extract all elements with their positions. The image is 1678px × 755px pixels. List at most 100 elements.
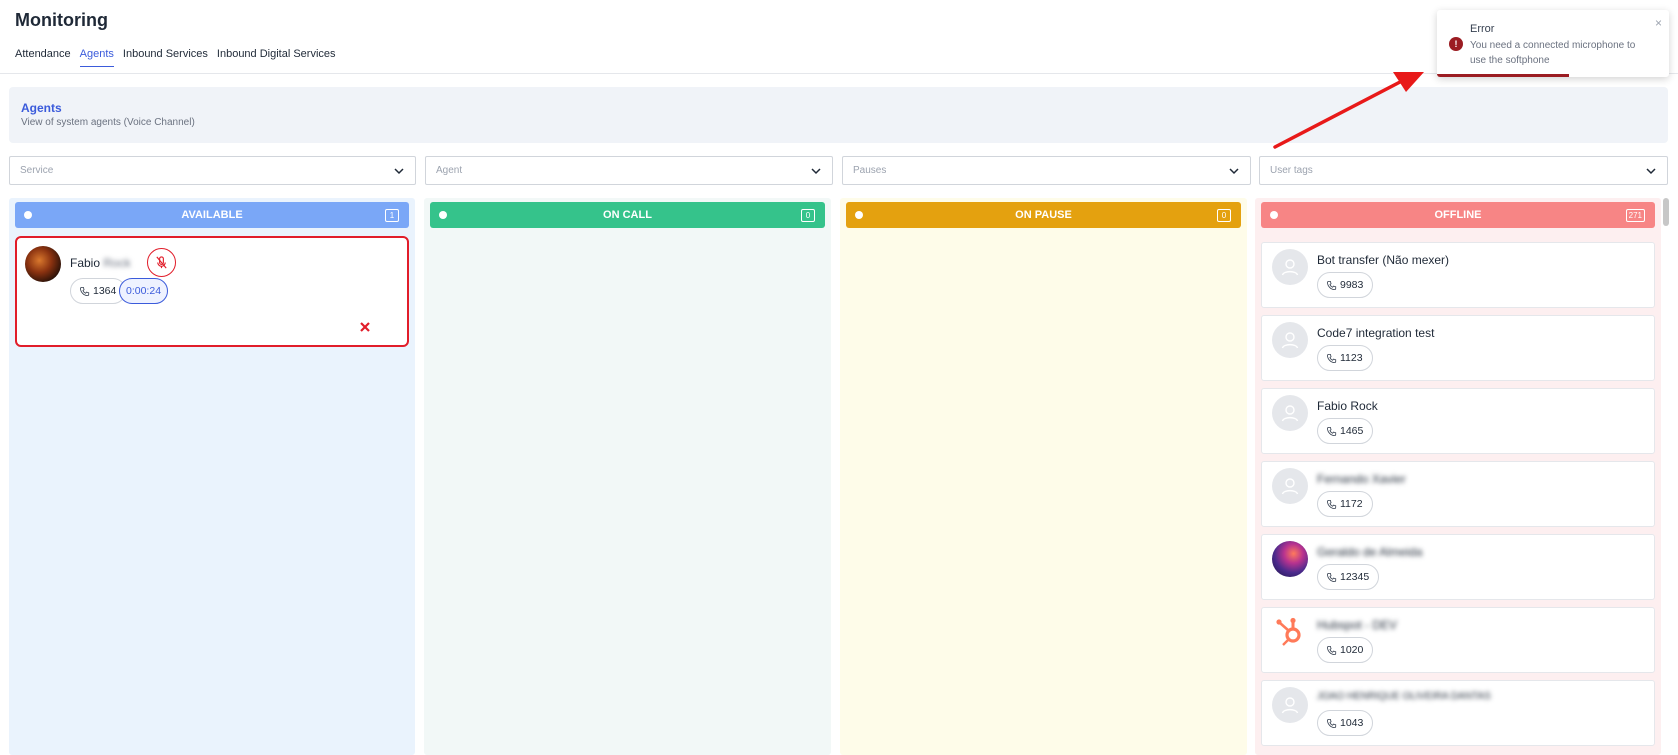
agent-name: Code7 integration test [1317,326,1435,340]
chevron-down-icon [394,167,404,174]
avatar [1272,468,1308,504]
extension-number: 1043 [1340,717,1364,729]
offline-column: OFFLINE 271 Bot transfer (Não mexer) 998… [1255,198,1661,755]
avatar [25,246,61,282]
extension-pill: 1364 [70,278,127,304]
agent-name: Fabio Rock [1317,399,1378,413]
mic-status-button[interactable] [147,248,176,277]
extension-number: 12345 [1340,571,1370,583]
user-icon [1281,405,1299,422]
scrollbar-thumb[interactable] [1663,198,1669,226]
extension-pill: 1020 [1317,637,1374,663]
user-icon [1281,478,1299,495]
extension-number: 1020 [1340,644,1364,656]
pauses-select[interactable]: Pauses [842,156,1251,185]
tab-inbound-digital-services[interactable]: Inbound Digital Services [217,47,336,67]
chevron-down-icon [1646,167,1656,174]
error-toast: ! Error You need a connected microphone … [1437,10,1669,77]
agent-select-placeholder: Agent [436,165,463,176]
user-tags-select[interactable]: User tags [1259,156,1668,185]
offline-column-header: OFFLINE 271 [1261,202,1655,228]
monitoring-page: Monitoring Attendance Agents Inbound Ser… [0,0,1678,755]
tabs-divider [0,73,1678,74]
phone-icon [1327,353,1337,363]
extension-number: 1123 [1340,352,1363,364]
phone-icon [1327,718,1337,728]
hubspot-logo-icon [1276,617,1301,646]
offline-column-label: OFFLINE [1434,209,1482,221]
offline-count-badge: 271 [1625,209,1645,222]
service-select[interactable]: Service [9,156,416,185]
agent-first-name: Fabio [70,256,101,270]
list-item[interactable]: JOAO HENRIQUE OLIVEIRA DANTAS 1043 [1261,680,1655,746]
avatar [1272,614,1308,650]
error-icon: ! [1449,37,1463,51]
avatar [1272,395,1308,431]
close-icon[interactable]: × [1655,16,1662,30]
list-item[interactable]: Code7 integration test 1123 [1261,315,1655,381]
phone-icon [1327,572,1337,582]
avatar [1272,541,1308,577]
list-item[interactable]: Bot transfer (Não mexer) 9983 [1261,242,1655,308]
page-title: Monitoring [15,10,108,30]
tab-agents[interactable]: Agents [79,47,114,67]
avatar [1272,322,1308,358]
timer-pill: 0:00:24 [119,278,169,304]
status-timer: 0:00:24 [126,285,162,297]
phone-icon [80,286,90,296]
phone-icon [1327,499,1337,509]
toast-progress-bar [1437,74,1569,77]
agent-card-highlighted[interactable]: Fabio Rock 1364 0:00:24 [15,236,409,347]
extension-pill: 1465 [1317,418,1374,444]
agent-name: JOAO HENRIQUE OLIVEIRA DANTAS [1317,691,1491,702]
chevron-down-icon [811,167,821,174]
extension-number: 9983 [1340,279,1364,291]
mic-off-icon [156,256,167,269]
close-icon[interactable] [359,321,371,333]
on-pause-column-header: ON PAUSE 0 [846,202,1241,228]
avatar [1272,249,1308,285]
extension-pill: 1172 [1317,491,1373,517]
on-pause-count-badge: 0 [1217,209,1231,222]
toast-message: You need a connected microphone to use t… [1470,40,1636,66]
list-item[interactable]: Fabio Rock 1465 [1261,388,1655,454]
agent-name: Geraldo de Almeida [1317,545,1423,559]
on-call-column: ON CALL 0 [424,198,831,755]
agent-select[interactable]: Agent [425,156,833,185]
agent-name: Bot transfer (Não mexer) [1317,253,1450,267]
user-tags-select-placeholder: User tags [1270,165,1313,176]
status-dot [855,211,863,219]
toast-title: Error [1470,23,1495,35]
status-dot [1270,211,1278,219]
extension-number: 1172 [1340,498,1363,510]
agent-name: Fernando Xavier [1317,472,1406,486]
agent-name: Fabio Rock [70,256,131,270]
list-item[interactable]: Geraldo de Almeida 12345 [1261,534,1655,600]
user-icon [1281,332,1299,349]
list-item[interactable]: Hubspot - DEV 1020 [1261,607,1655,673]
tab-inbound-services[interactable]: Inbound Services [123,47,208,67]
pauses-select-placeholder: Pauses [853,165,887,176]
section-banner: Agents View of system agents (Voice Chan… [9,87,1668,143]
phone-icon [1327,426,1337,436]
on-pause-column: ON PAUSE 0 [840,198,1247,755]
list-item[interactable]: Fernando Xavier 1172 [1261,461,1655,527]
tab-attendance[interactable]: Attendance [15,47,71,67]
phone-icon [1327,645,1337,655]
extension-pill: 1123 [1317,345,1373,371]
extension-number: 1465 [1340,425,1364,437]
service-select-placeholder: Service [20,165,54,176]
extension-number: 1364 [93,285,117,297]
on-call-column-label: ON CALL [603,209,652,221]
user-icon [1281,259,1299,276]
extension-pill: 9983 [1317,272,1374,298]
chevron-down-icon [1229,167,1239,174]
agent-name: Hubspot - DEV [1317,618,1398,632]
on-call-column-header: ON CALL 0 [430,202,825,228]
status-dot [439,211,447,219]
tab-bar: Attendance Agents Inbound Services Inbou… [15,47,345,67]
user-icon [1281,697,1299,714]
available-count-badge: 1 [385,209,399,222]
banner-subtitle: View of system agents (Voice Channel) [21,117,195,128]
phone-icon [1327,280,1337,290]
